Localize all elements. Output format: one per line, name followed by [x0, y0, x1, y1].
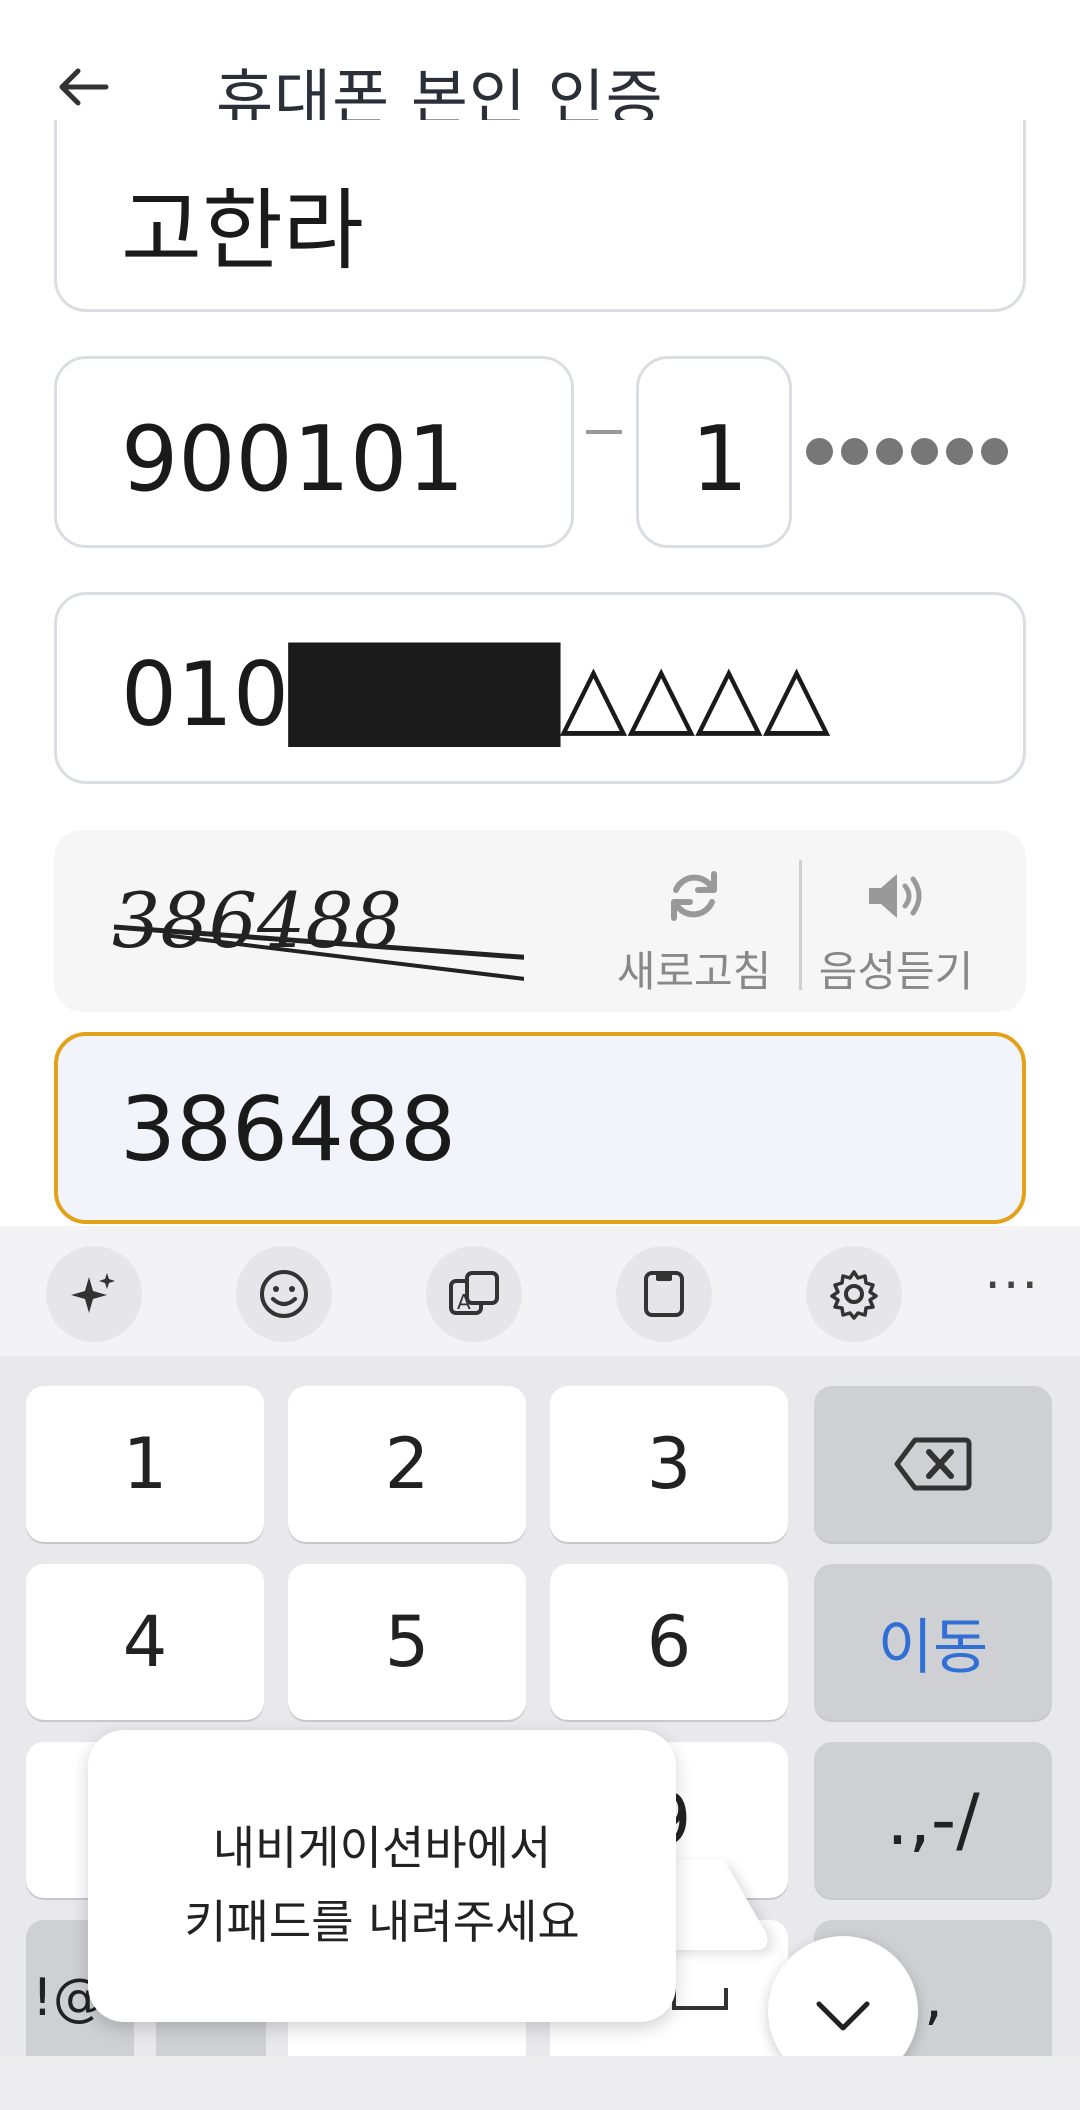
refresh-icon	[671, 871, 717, 921]
svg-text:A: A	[457, 1290, 471, 1314]
svg-text:386488: 386488	[112, 876, 402, 965]
captcha-image: 386488	[112, 876, 524, 981]
key-3[interactable]: 3	[550, 1386, 788, 1542]
gear-icon	[830, 1270, 878, 1320]
clipboard-icon	[644, 1271, 684, 1317]
name-value: 고한라	[121, 179, 364, 282]
key-4[interactable]: 4	[26, 1564, 264, 1720]
backspace-icon	[894, 1437, 972, 1491]
phone-field[interactable]: 010████△△△△	[54, 592, 1026, 784]
key-6[interactable]: 6	[550, 1564, 788, 1720]
translate-button[interactable]: A	[426, 1246, 522, 1342]
move-key[interactable]: 이동	[814, 1564, 1052, 1720]
captcha-input[interactable]: 386488	[54, 1032, 1026, 1224]
emoji-button[interactable]	[236, 1246, 332, 1342]
captcha-input-value: 386488	[120, 1078, 456, 1181]
hint-line-1: 내비게이션바에서	[212, 1821, 552, 1875]
captcha-refresh-button[interactable]: 새로고침	[609, 858, 779, 996]
birthdate-value: 900101	[121, 407, 465, 512]
punctuation-key[interactable]: .,-/	[814, 1742, 1052, 1898]
key-1[interactable]: 1	[26, 1386, 264, 1542]
masked-id-dots	[806, 438, 1008, 465]
space-icon	[672, 1988, 728, 2010]
speaker-icon	[869, 874, 922, 918]
hint-bubble: 내비게이션바에서 키패드를 내려주세요	[88, 1730, 676, 2022]
birthdate-field[interactable]: 900101	[54, 356, 574, 548]
id-separator	[586, 430, 622, 434]
gender-digit-field[interactable]: 1	[636, 356, 792, 548]
key-2[interactable]: 2	[288, 1386, 526, 1542]
ai-sparkle-button[interactable]	[46, 1246, 142, 1342]
settings-button[interactable]	[806, 1246, 902, 1342]
gender-digit-value: 1	[691, 407, 749, 512]
clipboard-button[interactable]	[616, 1246, 712, 1342]
refresh-label: 새로고침	[616, 947, 772, 996]
captcha-panel: 386488 새로고침 음성듣기	[54, 830, 1026, 1012]
hint-line-2: 키패드를 내려주세요	[184, 1895, 580, 1949]
keyboard-toolbar: A ···	[0, 1226, 1080, 1356]
key-5[interactable]: 5	[288, 1564, 526, 1720]
back-arrow-icon[interactable]	[52, 55, 116, 119]
captcha-voice-button[interactable]: 음성듣기	[806, 858, 986, 996]
translate-icon: A	[449, 1271, 499, 1315]
navigation-bar	[0, 2056, 1080, 2110]
chevron-down-icon	[816, 2001, 870, 2031]
captcha-divider	[799, 860, 802, 990]
name-field[interactable]: 고한라	[54, 120, 1026, 312]
phone-value: 010████△△△△	[121, 643, 831, 746]
sparkle-icon	[71, 1273, 115, 1313]
emoji-icon	[260, 1270, 308, 1318]
backspace-key[interactable]	[814, 1386, 1052, 1542]
voice-label: 음성듣기	[818, 947, 974, 996]
more-options-button[interactable]: ···	[984, 1256, 1040, 1316]
